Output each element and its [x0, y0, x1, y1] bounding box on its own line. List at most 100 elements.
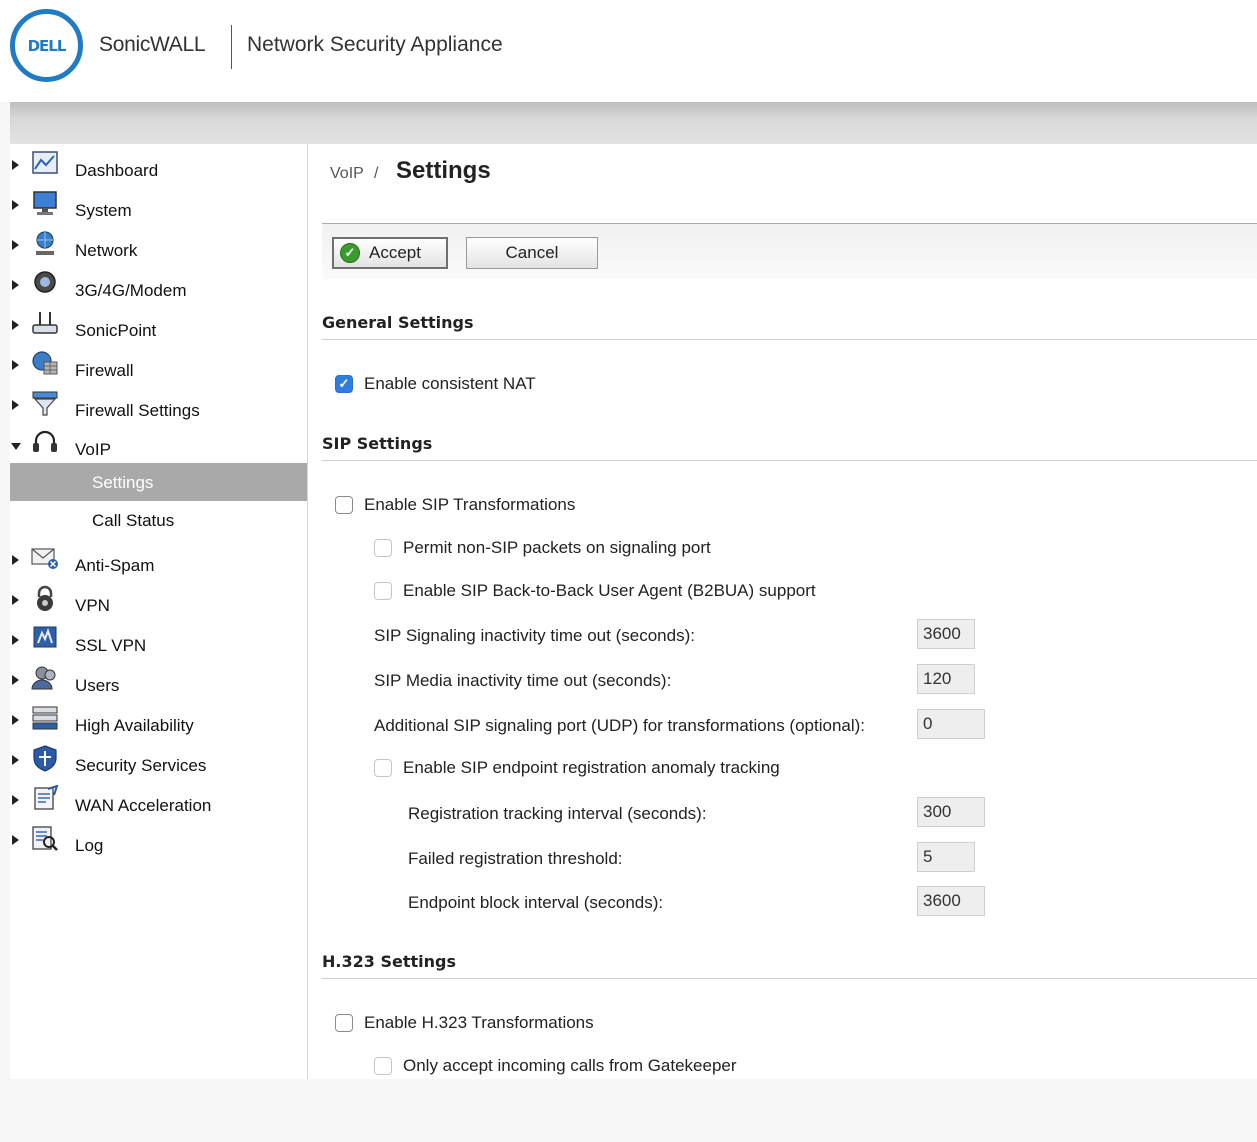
sidebar-item-system[interactable]: System	[10, 188, 307, 226]
sidebar-item-dashboard[interactable]: Dashboard	[10, 148, 307, 186]
page-footer-band	[0, 1079, 1257, 1142]
anomaly-tracking-label: Enable SIP endpoint registration anomaly…	[403, 758, 780, 777]
enable-h323-transformations-checkbox[interactable]	[335, 1014, 353, 1032]
access-point-icon	[32, 312, 58, 334]
sidebar-item-label: Network	[75, 241, 138, 260]
expand-arrow-icon[interactable]	[12, 635, 19, 645]
sidebar-item-security-services[interactable]: Security Services	[10, 743, 307, 781]
ssl-vpn-icon	[33, 626, 57, 648]
expand-arrow-icon[interactable]	[12, 715, 19, 725]
additional-sip-port-label: Additional SIP signaling port (UDP) for …	[374, 716, 866, 735]
server-stack-icon	[32, 706, 58, 730]
registration-tracking-interval-label: Registration tracking interval (seconds)…	[408, 804, 707, 823]
cancel-button[interactable]: Cancel	[466, 237, 598, 269]
registration-tracking-interval-input[interactable]	[917, 797, 985, 827]
b2bua-checkbox[interactable]	[374, 582, 392, 600]
sidebar-item-label: VPN	[75, 596, 110, 615]
sidebar-item-vpn[interactable]: VPN	[10, 583, 307, 621]
expand-arrow-icon[interactable]	[12, 320, 19, 330]
enable-sip-transformations-label: Enable SIP Transformations	[364, 495, 576, 514]
sidebar-item-label: Log	[75, 836, 104, 855]
sidebar-item-wan-acceleration[interactable]: WAN Acceleration	[10, 783, 307, 821]
expand-arrow-icon[interactable]	[12, 595, 19, 605]
additional-sip-port-input[interactable]	[917, 709, 985, 739]
dell-logo: DELL	[10, 9, 83, 82]
shield-icon	[33, 745, 57, 772]
sidebar-item-log[interactable]: Log	[10, 823, 307, 861]
funnel-icon	[32, 391, 58, 416]
sip-signaling-timeout-input[interactable]	[917, 619, 975, 649]
sip-media-timeout-label: SIP Media inactivity time out (seconds):	[374, 671, 672, 690]
expand-arrow-icon[interactable]	[12, 675, 19, 685]
sidebar-item-label: Firewall Settings	[75, 401, 200, 420]
sidebar-subitem-call-status[interactable]: Call Status	[10, 501, 307, 539]
sip-media-timeout-input[interactable]	[917, 664, 975, 694]
sidebar-nav: Dashboard System Network 3G/4G/Modem Son…	[10, 144, 308, 1079]
expand-arrow-icon[interactable]	[12, 400, 19, 410]
page-title: Settings	[396, 157, 491, 184]
sidebar-subitem-label: Settings	[92, 473, 154, 492]
firewall-globe-icon	[32, 351, 58, 375]
sidebar-item-label: VoIP	[75, 440, 111, 459]
headset-icon	[33, 430, 57, 452]
main-content: VoIP / Settings ✓ Accept Cancel General …	[308, 144, 1257, 1079]
gatekeeper-only-checkbox[interactable]	[374, 1057, 392, 1075]
header-toolbar-band	[10, 102, 1257, 144]
sidebar-item-modem[interactable]: 3G/4G/Modem	[10, 268, 307, 306]
sidebar-subitem-voip-settings[interactable]: Settings	[10, 463, 307, 501]
expand-arrow-icon[interactable]	[12, 360, 19, 370]
sidebar-item-anti-spam[interactable]: Anti-Spam	[10, 543, 307, 581]
accept-button-label: Accept	[369, 243, 421, 262]
section-title-sip: SIP Settings	[322, 434, 1257, 461]
consistent-nat-checkbox[interactable]: ✓	[335, 375, 353, 393]
enable-h323-transformations-label: Enable H.323 Transformations	[364, 1013, 594, 1032]
action-bar: ✓ Accept Cancel	[322, 223, 1257, 279]
sidebar-item-label: Dashboard	[75, 161, 159, 180]
expand-arrow-icon[interactable]	[12, 200, 19, 210]
collapse-arrow-icon[interactable]	[11, 443, 21, 450]
users-icon	[31, 666, 56, 690]
expand-arrow-icon[interactable]	[12, 240, 19, 250]
sidebar-item-ssl-vpn[interactable]: SSL VPN	[10, 623, 307, 661]
header-divider	[231, 25, 232, 69]
failed-registration-threshold-label: Failed registration threshold:	[408, 849, 623, 868]
expand-arrow-icon[interactable]	[12, 755, 19, 765]
sidebar-item-label: WAN Acceleration	[75, 796, 212, 815]
expand-arrow-icon[interactable]	[12, 795, 19, 805]
sidebar-item-label: SSL VPN	[75, 636, 147, 655]
failed-registration-threshold-input[interactable]	[917, 842, 975, 872]
cancel-button-label: Cancel	[505, 243, 559, 262]
dashboard-chart-icon	[32, 151, 58, 174]
sidebar-item-firewall-settings[interactable]: Firewall Settings	[10, 388, 307, 426]
sidebar-item-network[interactable]: Network	[10, 228, 307, 266]
sidebar-item-label: Anti-Spam	[75, 556, 155, 575]
expand-arrow-icon[interactable]	[12, 555, 19, 565]
wan-document-icon	[34, 785, 59, 810]
sidebar-item-label: Users	[75, 676, 120, 695]
sidebar-item-firewall[interactable]: Firewall	[10, 348, 307, 386]
sidebar-item-voip[interactable]: VoIP	[10, 427, 307, 465]
accept-button[interactable]: ✓ Accept	[332, 237, 448, 269]
breadcrumb-parent[interactable]: VoIP	[330, 165, 364, 183]
b2bua-label: Enable SIP Back-to-Back User Agent (B2BU…	[403, 581, 816, 600]
sidebar-item-high-availability[interactable]: High Availability	[10, 703, 307, 741]
section-title-general: General Settings	[322, 313, 1257, 340]
expand-arrow-icon[interactable]	[12, 160, 19, 170]
sidebar-subitem-label: Call Status	[92, 511, 175, 530]
section-title-h323: H.323 Settings	[322, 952, 1257, 979]
log-magnifier-icon	[32, 826, 58, 851]
sidebar-item-users[interactable]: Users	[10, 663, 307, 701]
enable-sip-transformations-checkbox[interactable]	[335, 496, 353, 514]
checkmark-icon: ✓	[340, 243, 360, 263]
endpoint-block-interval-input[interactable]	[917, 886, 985, 916]
sidebar-item-label: 3G/4G/Modem	[75, 281, 187, 300]
sidebar-item-sonicpoint[interactable]: SonicPoint	[10, 308, 307, 346]
expand-arrow-icon[interactable]	[12, 280, 19, 290]
expand-arrow-icon[interactable]	[12, 835, 19, 845]
sidebar-item-label: High Availability	[75, 716, 194, 735]
globe-person-icon	[36, 231, 54, 255]
brand-name: SonicWALL	[99, 33, 206, 56]
anomaly-tracking-checkbox[interactable]	[374, 759, 392, 777]
consistent-nat-label: Enable consistent NAT	[364, 374, 536, 393]
permit-non-sip-checkbox[interactable]	[374, 539, 392, 557]
